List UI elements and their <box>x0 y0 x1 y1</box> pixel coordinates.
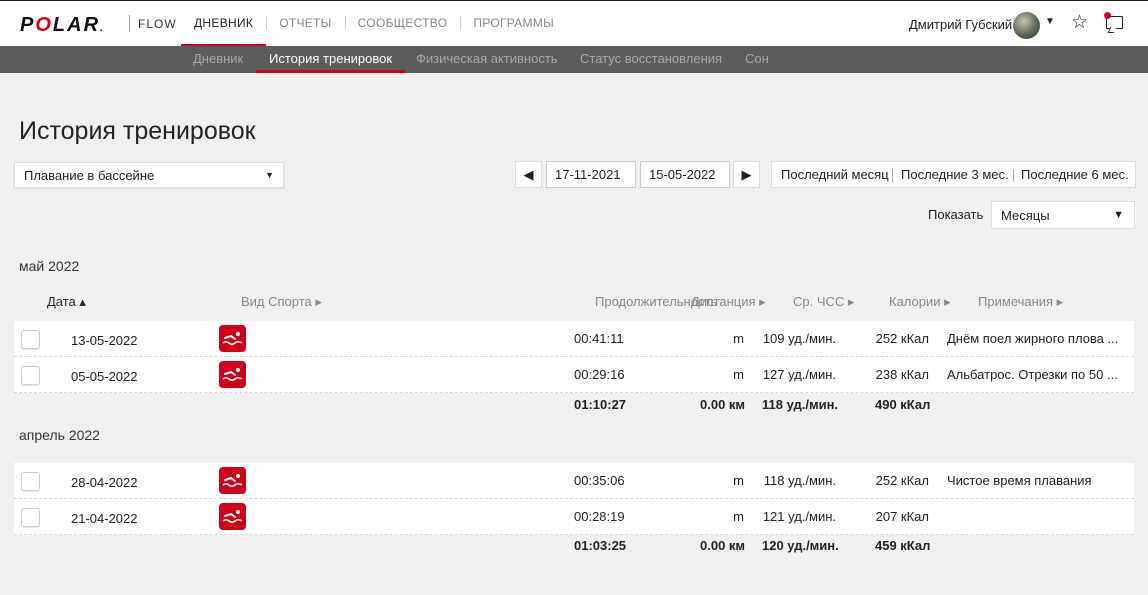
row-calories: 207 кКал <box>875 509 929 524</box>
swimming-icon <box>219 503 246 530</box>
main-nav-programs[interactable]: ПРОГРАММЫ <box>460 1 567 47</box>
table-row[interactable]: 28-04-2022 00:35:06 m 118 уд./мин. 252 к… <box>14 463 1134 499</box>
table-row[interactable]: 21-04-2022 00:28:19 m 121 уд./мин. 207 к… <box>14 499 1134 535</box>
row-checkbox[interactable] <box>21 330 40 349</box>
row-duration: 00:29:16 <box>574 367 625 382</box>
show-label: Показать <box>928 207 984 222</box>
range-divider <box>892 169 893 182</box>
row-date[interactable]: 13-05-2022 <box>71 333 138 348</box>
month-header: май 2022 <box>19 258 80 274</box>
sub-nav: Дневник История тренировок Физическая ак… <box>0 46 1148 73</box>
range-last-6-months[interactable]: Последние 6 мес. <box>1021 162 1129 187</box>
sub-nav-diary[interactable]: Дневник <box>193 46 243 73</box>
total-calories: 490 кКал <box>875 397 931 412</box>
polar-logo[interactable]: POLAR. <box>20 14 105 37</box>
range-last-month[interactable]: Последний месяц <box>781 162 889 187</box>
total-calories: 459 кКал <box>875 538 931 553</box>
row-date[interactable]: 05-05-2022 <box>71 369 138 384</box>
row-checkbox[interactable] <box>21 472 40 491</box>
main-nav-community[interactable]: СООБЩЕСТВО <box>344 1 461 47</box>
sub-nav-recovery[interactable]: Статус восстановления <box>580 46 722 73</box>
column-calories[interactable]: Калории ▸ <box>889 294 951 310</box>
date-to-input[interactable] <box>640 161 730 188</box>
total-distance: 0.00 км <box>700 538 746 553</box>
row-duration: 00:35:06 <box>574 473 625 488</box>
next-period-button[interactable]: ▶ <box>733 161 760 188</box>
total-distance: 0.00 км <box>700 397 746 412</box>
total-duration: 01:10:27 <box>574 397 627 412</box>
swimming-icon <box>219 325 246 352</box>
swimming-icon <box>219 361 246 388</box>
row-hr: 121 уд./мин. <box>762 509 836 524</box>
column-notes[interactable]: Примечания ▸ <box>978 294 1063 310</box>
range-last-3-months[interactable]: Последние 3 мес. <box>901 162 1009 187</box>
sport-filter-select[interactable]: Плавание в бассейне ▼ <box>14 162 284 188</box>
avatar[interactable] <box>1013 12 1040 39</box>
row-calories: 252 кКал <box>875 473 929 488</box>
row-duration: 00:28:19 <box>574 509 625 524</box>
prev-period-button[interactable]: ◀ <box>515 161 542 188</box>
month-header: апрель 2022 <box>19 427 100 443</box>
notification-dot-icon <box>1104 12 1111 19</box>
sub-nav-training-history[interactable]: История тренировок <box>256 46 406 73</box>
date-from-input[interactable] <box>546 161 636 188</box>
range-buttons: Последний месяц Последние 3 мес. Последн… <box>771 161 1136 188</box>
sub-nav-activity[interactable]: Физическая активность <box>416 46 558 73</box>
period-value: Месяцы <box>1001 208 1050 223</box>
sport-filter-value: Плавание в бассейне <box>24 168 155 183</box>
row-date[interactable]: 21-04-2022 <box>71 511 138 526</box>
row-note: Днём поел жирного плова ... <box>947 331 1119 346</box>
row-calories: 252 кКал <box>875 331 929 346</box>
row-note: Чистое время плавания <box>947 473 1092 488</box>
chevron-down-icon[interactable]: ▼ <box>1045 16 1055 27</box>
main-nav: ДНЕВНИК ОТЧЕТЫ СООБЩЕСТВО ПРОГРАММЫ <box>181 1 567 47</box>
row-date[interactable]: 28-04-2022 <box>71 475 138 490</box>
total-hr: 118 уд./мин. <box>762 397 839 412</box>
row-checkbox[interactable] <box>21 508 40 527</box>
user-name[interactable]: Дмитрий Губский <box>909 17 1012 32</box>
row-checkbox[interactable] <box>21 366 40 385</box>
logo-divider <box>129 15 130 32</box>
row-duration: 00:41:11 <box>574 331 624 346</box>
flow-label: FLOW <box>138 17 177 31</box>
total-duration: 01:03:25 <box>574 538 627 553</box>
row-hr: 127 уд./мин. <box>762 367 836 382</box>
sub-nav-sleep[interactable]: Сон <box>745 46 769 73</box>
row-hr: 109 уд./мин. <box>762 331 836 346</box>
chevron-down-icon: ▼ <box>1113 209 1124 221</box>
top-bar: POLAR. FLOW ДНЕВНИК ОТЧЕТЫ СООБЩЕСТВО ПР… <box>0 0 1148 47</box>
table-row[interactable]: 05-05-2022 00:29:16 m 127 уд./мин. 238 к… <box>14 357 1134 393</box>
range-divider <box>1013 169 1014 182</box>
page-title: История тренировок <box>19 117 256 145</box>
star-icon[interactable]: ☆ <box>1071 11 1088 34</box>
chevron-down-icon: ▼ <box>265 170 274 180</box>
period-select[interactable]: Месяцы ▼ <box>991 201 1135 229</box>
main-nav-reports[interactable]: ОТЧЕТЫ <box>266 1 344 47</box>
column-hr[interactable]: Ср. ЧСС ▸ <box>793 294 854 310</box>
swimming-icon <box>219 467 246 494</box>
row-note: Альбатрос. Отрезки по 50 ... <box>947 367 1118 382</box>
column-date[interactable]: Дата ▴ <box>47 294 86 310</box>
row-calories: 238 кКал <box>875 367 929 382</box>
row-hr: 118 уд./мин. <box>763 473 836 488</box>
column-sport[interactable]: Вид Спорта ▸ <box>241 294 322 310</box>
total-hr: 120 уд./мин. <box>762 538 839 553</box>
column-distance[interactable]: Дистанция ▸ <box>691 294 766 310</box>
table-row[interactable]: 13-05-2022 00:41:11 m 109 уд./мин. 252 к… <box>14 321 1134 357</box>
main-nav-diary[interactable]: ДНЕВНИК <box>181 1 267 47</box>
